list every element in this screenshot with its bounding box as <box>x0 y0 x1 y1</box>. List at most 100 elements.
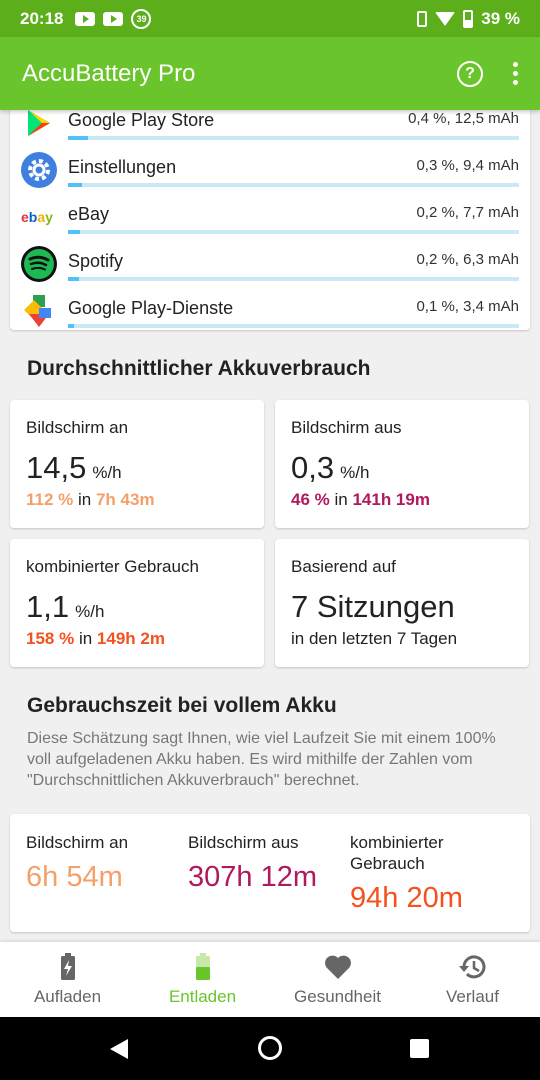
usage-bar <box>68 277 519 281</box>
youtube-notification-icon <box>75 11 96 26</box>
stat-number: 0,3 <box>291 450 335 485</box>
stat-duration: 141h 19m <box>352 490 430 509</box>
app-usage: 0,1 %, 3,4 mAh <box>416 298 519 315</box>
battery-discharge-icon <box>195 952 211 981</box>
nav-item-aufladen[interactable]: Aufladen <box>0 942 135 1017</box>
stat-label: Basierend auf <box>291 557 396 576</box>
ebay-icon: ebay <box>20 198 58 236</box>
recent-apps-icon[interactable] <box>410 1039 429 1058</box>
stat-label: Bildschirm an <box>26 418 129 437</box>
stat-sub: 158 % in 149h 2m <box>26 629 165 649</box>
stat-card-screen-off[interactable]: Bildschirm aus 0,3 %/h 46 % in 141h 19m <box>275 400 529 528</box>
stat-number: 1,1 <box>26 589 70 624</box>
nav-item-verlauf[interactable]: Verlauf <box>405 942 540 1017</box>
sessions-period: in den letzten 7 Tagen <box>291 629 458 648</box>
help-icon[interactable]: ? <box>457 60 483 87</box>
stat-unit: %/h <box>75 602 105 621</box>
main-content[interactable]: Google Play Store 0,4 %, 12,5 mAh Einste… <box>0 110 540 942</box>
stat-label: kombinierter Gebrauch <box>26 557 199 576</box>
full-charge-combined: kombinierter Gebrauch 94h 20m <box>350 832 480 915</box>
full-charge-label: kombinierter Gebrauch <box>350 833 444 873</box>
battery-charging-icon <box>60 952 76 981</box>
app-usage: 0,2 %, 7,7 mAh <box>416 204 519 221</box>
usage-bar-fill <box>68 277 80 281</box>
play-store-icon <box>20 110 58 142</box>
bottom-navigation: Aufladen Entladen Gesundheit Verlauf <box>0 942 540 1017</box>
stat-sub: 112 % in 7h 43m <box>26 490 155 510</box>
stat-unit: %/h <box>340 463 370 482</box>
usage-bar <box>68 136 519 140</box>
app-name: Google Play-Dienste <box>68 298 234 318</box>
stat-card-based-on[interactable]: Basierend auf 7 Sitzungen in den letzten… <box>275 539 529 667</box>
full-charge-description: Diese Schätzung sagt Ihnen, wie viel Lau… <box>27 730 496 789</box>
full-charge-card: Bildschirm an 6h 54m Bildschirm aus 307h… <box>10 814 530 932</box>
full-charge-screen-off: Bildschirm aus 307h 12m <box>188 832 317 894</box>
status-bar: 20:18 39 39 % <box>0 0 540 37</box>
system-navigation-bar <box>0 1017 540 1080</box>
app-row-play-services[interactable]: Google Play-Dienste 0,1 %, 3,4 mAh <box>10 292 530 339</box>
nav-item-entladen[interactable]: Entladen <box>135 942 270 1017</box>
back-icon[interactable] <box>110 1039 128 1059</box>
stat-percent: 112 % <box>26 490 74 509</box>
avg-usage-title: Durchschnittlicher Akkuverbrauch <box>27 357 371 380</box>
full-charge-label: Bildschirm an <box>26 833 129 852</box>
stat-value: 14,5 %/h <box>26 450 122 486</box>
app-row-play-store[interactable]: Google Play Store 0,4 %, 12,5 mAh <box>10 110 530 151</box>
nav-label: Verlauf <box>446 986 499 1006</box>
heart-icon <box>324 953 352 981</box>
usage-bar-fill <box>68 230 81 234</box>
stat-card-combined[interactable]: kombinierter Gebrauch 1,1 %/h 158 % in 14… <box>10 539 264 667</box>
overflow-menu-icon[interactable] <box>513 62 518 85</box>
usage-bar-fill <box>68 136 89 140</box>
history-icon <box>458 953 488 981</box>
usage-bar-fill <box>68 324 74 328</box>
app-name: eBay <box>68 204 110 224</box>
app-row-ebay[interactable]: ebay eBay 0,2 %, 7,7 mAh <box>10 198 530 245</box>
settings-gear-icon <box>20 151 58 189</box>
stat-value: 0,3 %/h <box>291 450 369 486</box>
battery-percent: 39 % <box>481 8 520 28</box>
nav-label: Entladen <box>168 986 237 1006</box>
sessions-count: 7 Sitzungen <box>291 589 455 624</box>
app-usage: 0,3 %, 9,4 mAh <box>416 157 519 174</box>
stat-number: 14,5 <box>26 450 87 485</box>
full-charge-value: 94h 20m <box>350 882 463 914</box>
app-bar: AccuBattery Pro ? <box>0 37 540 110</box>
usage-bar <box>68 183 519 187</box>
status-time: 20:18 <box>20 8 64 28</box>
full-charge-value: 307h 12m <box>188 861 317 893</box>
stat-duration: 7h 43m <box>95 490 155 509</box>
app-name: Einstellungen <box>68 157 177 177</box>
full-charge-title: Gebrauchszeit bei vollem Akku <box>27 694 337 717</box>
stat-in: in <box>334 490 348 509</box>
stat-in: in <box>78 629 93 648</box>
app-title: AccuBattery Pro <box>22 59 196 87</box>
nav-label: Gesundheit <box>294 986 381 1006</box>
stat-value: 1,1 %/h <box>26 589 104 625</box>
stat-percent: 158 % <box>26 629 75 648</box>
app-row-settings[interactable]: Einstellungen 0,3 %, 9,4 mAh <box>10 151 530 198</box>
nav-item-gesundheit[interactable]: Gesundheit <box>270 942 405 1017</box>
stat-card-screen-on[interactable]: Bildschirm an 14,5 %/h 112 % in 7h 43m <box>10 400 264 528</box>
youtube-notification-icon <box>103 11 124 26</box>
battery-icon <box>463 9 474 28</box>
full-charge-screen-on: Bildschirm an 6h 54m <box>26 832 128 894</box>
vibrate-icon <box>417 10 428 27</box>
play-services-icon <box>20 292 58 330</box>
spotify-icon <box>20 245 58 283</box>
app-usage: 0,2 %, 6,3 mAh <box>416 251 519 268</box>
home-icon[interactable] <box>258 1036 282 1060</box>
full-charge-value: 6h 54m <box>26 861 123 893</box>
notification-count-icon: 39 <box>131 8 152 29</box>
nav-label: Aufladen <box>33 986 102 1006</box>
wifi-icon <box>435 11 456 26</box>
usage-bar <box>68 230 519 234</box>
svg-text:ebay: ebay <box>21 209 53 225</box>
app-row-spotify[interactable]: Spotify 0,2 %, 6,3 mAh <box>10 245 530 292</box>
app-usage: 0,4 %, 12,5 mAh <box>408 110 519 127</box>
app-name: Spotify <box>68 251 124 271</box>
stat-sub: 46 % in 141h 19m <box>291 490 430 510</box>
usage-bar-fill <box>68 183 82 187</box>
stat-label: Bildschirm aus <box>291 418 402 437</box>
stat-in: in <box>78 490 92 509</box>
